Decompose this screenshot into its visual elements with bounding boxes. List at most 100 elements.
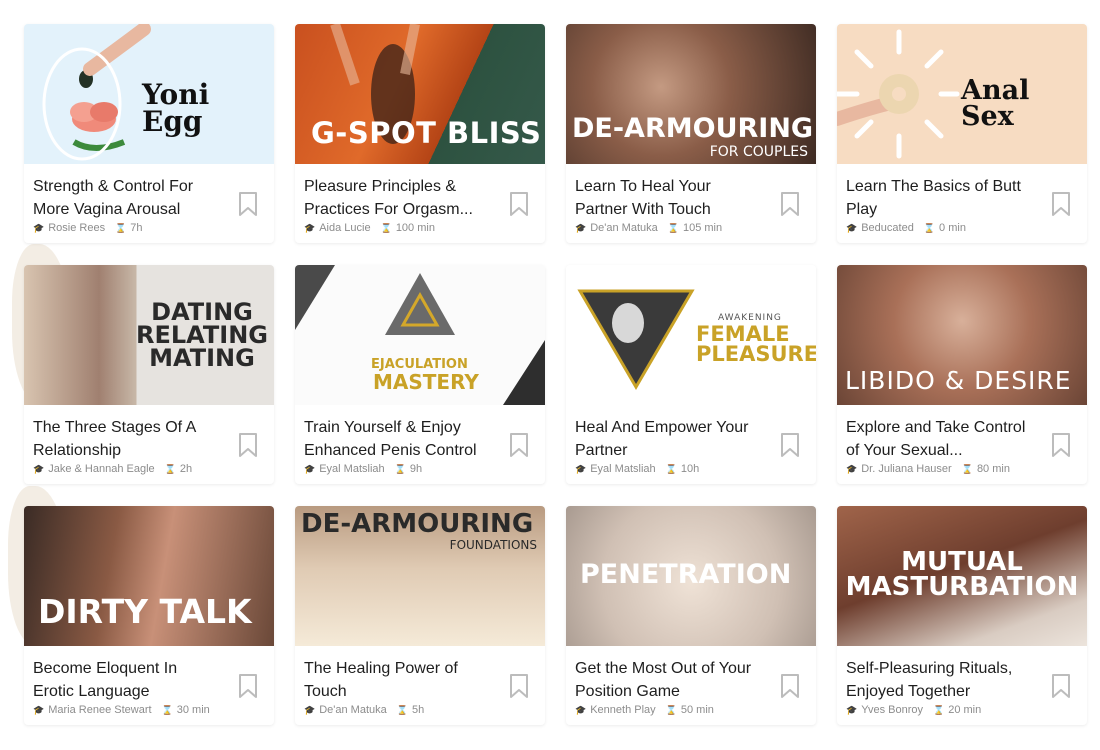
course-thumbnail: DATING RELATING MATING bbox=[24, 265, 274, 405]
thumbnail-title: MASTERY bbox=[373, 370, 479, 394]
course-author: Aida Lucie bbox=[319, 222, 371, 234]
course-duration: 7h bbox=[130, 222, 143, 234]
course-thumbnail: Yoni Egg bbox=[24, 24, 274, 164]
hourglass-icon: ⌛ bbox=[961, 463, 973, 474]
course-title: Strength & Control For More Vagina Arous… bbox=[33, 178, 194, 218]
course-duration: 30 min bbox=[176, 704, 210, 716]
course-title: The Three Stages Of A Relationship bbox=[33, 419, 196, 459]
bookmark-icon[interactable] bbox=[509, 432, 529, 458]
course-duration: 80 min bbox=[976, 463, 1010, 475]
thumbnail-title: FEMALE PLEASURE bbox=[696, 322, 816, 366]
course-duration: 0 min bbox=[939, 222, 966, 234]
graduation-cap-icon: 🎓 bbox=[846, 463, 858, 474]
graduation-cap-icon: 🎓 bbox=[575, 463, 587, 474]
course-title: Heal And Empower Your Partner bbox=[575, 419, 749, 459]
course-card[interactable]: G-SPOT BLISS Pleasure Principles & Pract… bbox=[295, 24, 545, 243]
course-thumbnail: AWAKENING FEMALE PLEASURE bbox=[566, 265, 816, 405]
bookmark-icon[interactable] bbox=[238, 673, 258, 699]
course-card[interactable]: AWAKENING FEMALE PLEASURE Heal And Empow… bbox=[566, 265, 816, 484]
bookmark-icon[interactable] bbox=[1051, 432, 1071, 458]
bookmark-icon[interactable] bbox=[1051, 673, 1071, 699]
graduation-cap-icon: 🎓 bbox=[846, 704, 858, 715]
course-title: Get the Most Out of Your Position Game bbox=[575, 660, 752, 700]
course-duration: 105 min bbox=[682, 222, 723, 234]
bookmark-icon[interactable] bbox=[509, 673, 529, 699]
graduation-cap-icon: 🎓 bbox=[575, 222, 587, 233]
course-card[interactable]: EJACULATION MASTERY Train Yourself & Enj… bbox=[295, 265, 545, 484]
course-author: Yves Bonroy bbox=[861, 704, 923, 716]
course-duration: 5h bbox=[411, 704, 425, 716]
course-card[interactable]: LIBIDO & DESIRE Explore and Take Control… bbox=[837, 265, 1087, 484]
course-title: Explore and Take Control of Your Sexual.… bbox=[846, 419, 1026, 459]
course-title: Train Yourself & Enjoy Enhanced Penis Co… bbox=[304, 419, 477, 459]
thumbnail-title: G-SPOT BLISS bbox=[311, 116, 542, 150]
thumbnail-title: Anal Sex bbox=[961, 75, 1030, 132]
course-card[interactable]: PENETRATION Get the Most Out of Your Pos… bbox=[566, 506, 816, 725]
hourglass-icon: ⌛ bbox=[115, 222, 127, 233]
thumbnail-title: MUTUAL MASTURBATION bbox=[845, 547, 1079, 602]
hourglass-icon: ⌛ bbox=[396, 704, 408, 715]
course-thumbnail: G-SPOT BLISS bbox=[295, 24, 545, 164]
course-card[interactable]: MUTUAL MASTURBATION Self-Pleasuring Ritu… bbox=[837, 506, 1087, 725]
graduation-cap-icon: 🎓 bbox=[33, 463, 45, 474]
course-card[interactable]: Yoni Egg Strength & Control For More Vag… bbox=[24, 24, 274, 243]
bookmark-icon[interactable] bbox=[509, 191, 529, 217]
course-thumbnail: DE-ARMOURING FOR COUPLES bbox=[566, 24, 816, 164]
course-author: De'an Matuka bbox=[590, 222, 658, 234]
graduation-cap-icon: 🎓 bbox=[304, 704, 316, 715]
course-duration: 10h bbox=[680, 463, 700, 475]
hourglass-icon: ⌛ bbox=[164, 463, 176, 474]
course-grid: Yoni Egg Strength & Control For More Vag… bbox=[24, 24, 1087, 725]
course-author: Maria Renee Stewart bbox=[48, 704, 152, 716]
graduation-cap-icon: 🎓 bbox=[575, 704, 587, 715]
thumbnail-title: PENETRATION bbox=[580, 559, 792, 590]
course-title: Learn To Heal Your Partner With Touch bbox=[575, 178, 711, 218]
course-duration: 2h bbox=[179, 463, 193, 475]
course-thumbnail: DE-ARMOURING FOUNDATIONS bbox=[295, 506, 545, 646]
thumbnail-subtitle: FOUNDATIONS bbox=[449, 538, 537, 552]
thumbnail-title: DATING RELATING MATING bbox=[136, 298, 268, 372]
course-title: Self-Pleasuring Rituals, Enjoyed Togethe… bbox=[846, 660, 1013, 700]
hourglass-icon: ⌛ bbox=[923, 222, 936, 233]
course-thumbnail: LIBIDO & DESIRE bbox=[837, 265, 1087, 405]
hourglass-icon: ⌛ bbox=[932, 704, 945, 715]
course-author: De'an Matuka bbox=[319, 704, 387, 716]
course-thumbnail: EJACULATION MASTERY bbox=[295, 265, 545, 405]
course-title: Pleasure Principles & Practices For Orga… bbox=[304, 178, 473, 218]
course-card[interactable]: DE-ARMOURING FOR COUPLES Learn To Heal Y… bbox=[566, 24, 816, 243]
bookmark-icon[interactable] bbox=[1051, 191, 1071, 217]
bookmark-icon[interactable] bbox=[780, 191, 800, 217]
hourglass-icon: ⌛ bbox=[161, 704, 173, 715]
bookmark-icon[interactable] bbox=[238, 191, 258, 217]
course-author: Kenneth Play bbox=[590, 704, 656, 716]
course-thumbnail: DIRTY TALK bbox=[24, 506, 274, 646]
hourglass-icon: ⌛ bbox=[394, 463, 406, 474]
hourglass-icon: ⌛ bbox=[665, 463, 677, 474]
course-card[interactable]: DE-ARMOURING FOUNDATIONS The Healing Pow… bbox=[295, 506, 545, 725]
course-author: Eyal Matsliah bbox=[319, 463, 385, 475]
course-author: Dr. Juliana Hauser bbox=[861, 463, 952, 475]
thumbnail-title: Yoni Egg bbox=[142, 78, 210, 138]
bookmark-icon[interactable] bbox=[780, 432, 800, 458]
course-duration: 20 min bbox=[948, 704, 982, 716]
course-title: The Healing Power of Touch bbox=[304, 660, 458, 700]
course-duration: 100 min bbox=[395, 222, 435, 234]
course-duration: 50 min bbox=[680, 704, 714, 716]
hourglass-icon: ⌛ bbox=[667, 222, 679, 233]
graduation-cap-icon: 🎓 bbox=[304, 222, 316, 233]
course-card[interactable]: DATING RELATING MATING The Three Stages … bbox=[24, 265, 274, 484]
course-card[interactable]: DIRTY TALK Become Eloquent In Erotic Lan… bbox=[24, 506, 274, 725]
thumbnail-title: DE-ARMOURING bbox=[301, 509, 534, 539]
thumbnail-title: DE-ARMOURING bbox=[572, 113, 814, 144]
hourglass-icon: ⌛ bbox=[665, 704, 677, 715]
course-title: Learn The Basics of Butt Play bbox=[846, 178, 1021, 218]
course-card[interactable]: Anal Sex Learn The Basics of Butt Play 🎓… bbox=[837, 24, 1087, 243]
course-thumbnail: MUTUAL MASTURBATION bbox=[837, 506, 1087, 646]
bookmark-icon[interactable] bbox=[780, 673, 800, 699]
bookmark-icon[interactable] bbox=[238, 432, 258, 458]
graduation-cap-icon: 🎓 bbox=[33, 704, 45, 715]
course-thumbnail: Anal Sex bbox=[837, 24, 1087, 164]
graduation-cap-icon: 🎓 bbox=[304, 463, 316, 474]
graduation-cap-icon: 🎓 bbox=[846, 222, 858, 233]
thumbnail-title: LIBIDO & DESIRE bbox=[845, 366, 1072, 395]
